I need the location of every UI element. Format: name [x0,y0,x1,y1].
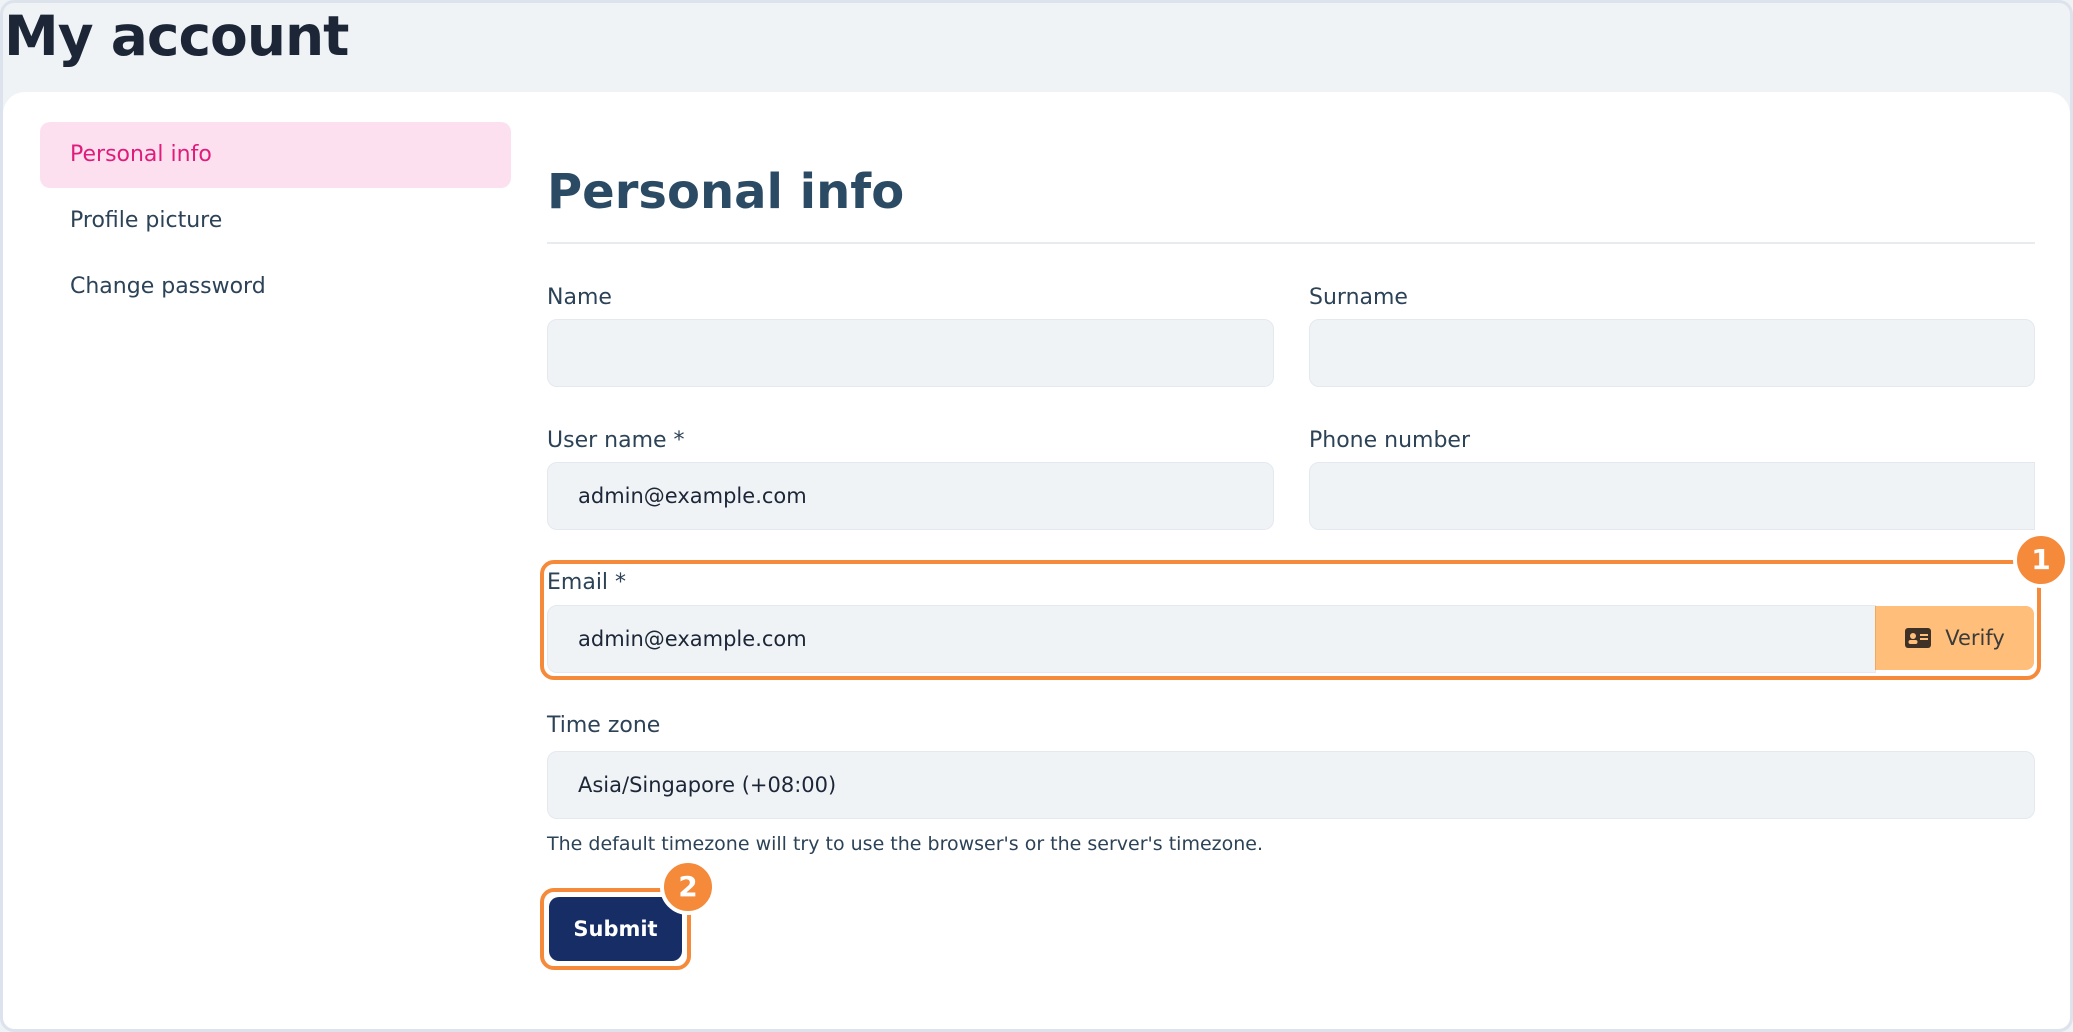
annotation-badge-1: 1 [2013,532,2069,588]
section-divider [547,242,2035,244]
section-title: Personal info [547,164,905,220]
username-label: User name * [547,428,685,453]
email-label: Email * [547,570,627,595]
page-title: My account [4,4,349,68]
email-input[interactable] [547,605,1876,673]
name-label: Name [547,285,612,310]
timezone-hint: The default timezone will try to use the… [547,833,1264,855]
verify-label: Verify [1945,626,2005,650]
phone-input[interactable] [1309,462,2035,530]
sidebar-item-personal-info[interactable]: Personal info [40,122,511,188]
timezone-label: Time zone [547,713,661,738]
surname-label: Surname [1309,285,1408,310]
annotation-badge-2: 2 [660,859,716,915]
username-input[interactable] [547,462,1274,530]
sidebar-item-profile-picture[interactable]: Profile picture [40,188,511,254]
phone-label: Phone number [1309,428,1471,453]
sidebar-item-change-password[interactable]: Change password [40,254,511,320]
name-input[interactable] [547,319,1274,387]
id-card-icon [1905,628,1932,648]
timezone-select[interactable]: Asia/Singapore (+08:00) [547,751,2035,819]
verify-button[interactable]: Verify [1875,606,2034,670]
surname-input[interactable] [1309,319,2035,387]
sidebar: Personal info Profile picture Change pas… [40,122,511,320]
submit-button[interactable]: Submit [549,897,682,961]
